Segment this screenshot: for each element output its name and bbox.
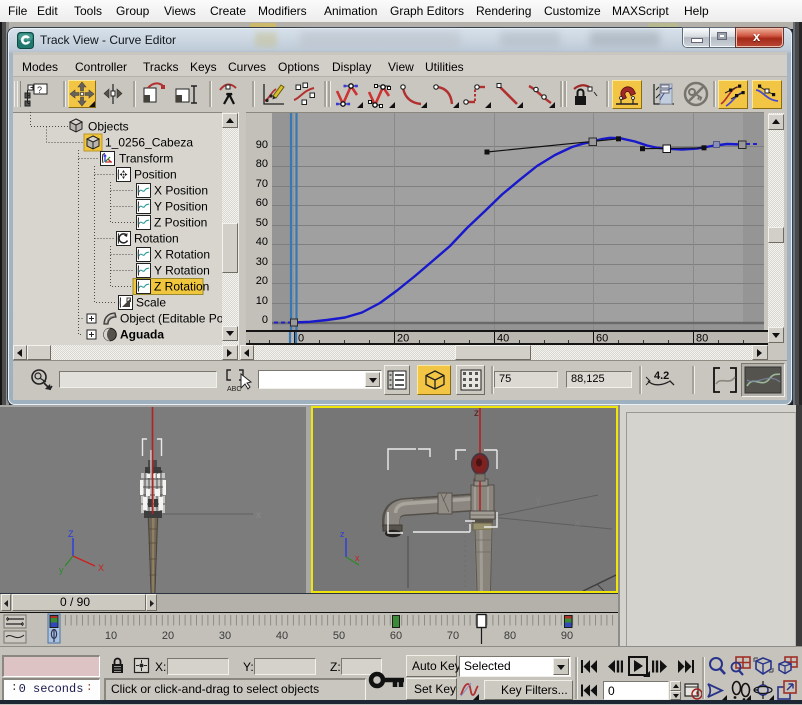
svg-text:70: 70 — [447, 630, 459, 642]
svg-text:X Position: X Position — [154, 184, 208, 198]
svg-text:20: 20 — [397, 333, 409, 344]
svg-text:x: x — [575, 518, 580, 529]
svg-text:ABC: ABC — [227, 386, 241, 393]
svg-text:10: 10 — [105, 630, 117, 642]
svg-text:?: ? — [37, 85, 42, 95]
svg-text:y: y — [536, 495, 541, 506]
svg-text:y: y — [59, 565, 64, 575]
svg-text:0: 0 — [298, 333, 304, 344]
svg-text:z: z — [340, 529, 345, 539]
svg-text:X Rotation: X Rotation — [154, 248, 210, 262]
svg-text:Object (Editable Poly): Object (Editable Poly) — [120, 312, 222, 326]
svg-text:90: 90 — [561, 630, 573, 642]
svg-text:Y Position: Y Position — [154, 200, 208, 214]
svg-text:80: 80 — [696, 333, 708, 344]
svg-text:Z Rotation: Z Rotation — [154, 280, 209, 294]
svg-text:40: 40 — [276, 630, 288, 642]
svg-text:30: 30 — [219, 630, 231, 642]
svg-text:Scale: Scale — [136, 296, 166, 310]
svg-text:4.2: 4.2 — [654, 370, 669, 382]
svg-text:Y Rotation: Y Rotation — [154, 264, 210, 278]
svg-text:60: 60 — [596, 333, 608, 344]
svg-text:x: x — [355, 553, 360, 563]
svg-text:80: 80 — [504, 630, 516, 642]
svg-text:1_0256_Cabeza: 1_0256_Cabeza — [105, 136, 193, 150]
svg-text:z: z — [474, 408, 479, 419]
svg-text:x: x — [256, 510, 261, 521]
svg-text:Objects: Objects — [88, 120, 129, 134]
svg-text:60: 60 — [390, 630, 402, 642]
svg-text:40: 40 — [497, 333, 509, 344]
svg-text:Z: Z — [68, 529, 74, 539]
svg-text:50: 50 — [333, 630, 345, 642]
svg-text:Aguada: Aguada — [120, 328, 164, 342]
svg-text:Z Position: Z Position — [154, 216, 207, 230]
svg-text:20: 20 — [162, 630, 174, 642]
svg-text:Transform: Transform — [119, 152, 173, 166]
svg-text:Position: Position — [134, 168, 177, 182]
svg-text:Rotation: Rotation — [134, 232, 179, 246]
svg-text:X: X — [98, 563, 104, 573]
